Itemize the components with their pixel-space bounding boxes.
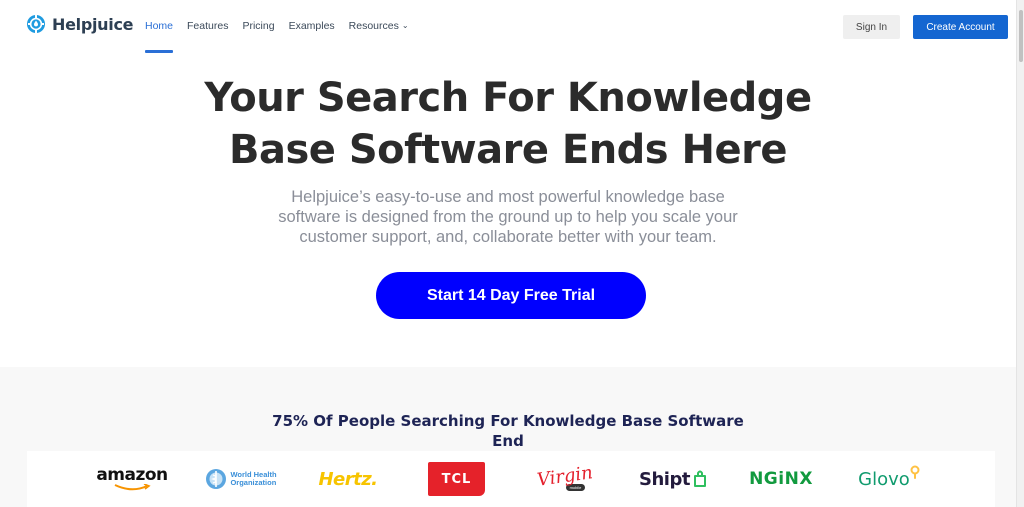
who-line2: Organization — [230, 478, 277, 487]
hero-subtitle: Helpjuice’s easy-to-use and most powerfu… — [278, 188, 738, 246]
tcl-logo: TCL — [428, 451, 485, 507]
start-free-trial-button[interactable]: Start 14 Day Free Trial — [376, 272, 646, 319]
nav-features[interactable]: Features — [187, 20, 228, 32]
virgin-mobile-logo: Virgin mobile — [535, 451, 594, 507]
page-scrollbar[interactable] — [1016, 0, 1024, 507]
who-emblem-icon — [206, 469, 227, 489]
main-nav: Home Features Pricing Examples Resources… — [145, 20, 423, 53]
glovo-logo: Glovo — [853, 451, 925, 507]
nav-examples[interactable]: Examples — [289, 20, 335, 32]
hero-title-line1: Your Search For Knowledge — [204, 75, 812, 121]
nav-pricing[interactable]: Pricing — [242, 20, 274, 32]
nav-resources-label: Resources — [348, 20, 399, 32]
customer-logo-strip: amazon World Health Organization Hertz. … — [27, 451, 995, 507]
glovo-pin-icon — [910, 465, 920, 479]
brand-logo[interactable]: Helpjuice — [26, 14, 133, 34]
glovo-logo-text: Glovo — [858, 468, 910, 490]
sign-in-button[interactable]: Sign In — [843, 15, 900, 39]
shipt-logo: Shipt — [637, 451, 709, 507]
shipt-bag-icon — [693, 470, 706, 487]
brand-name: Helpjuice — [52, 14, 134, 34]
amazon-logo-text: amazon — [96, 464, 168, 485]
nav-home[interactable]: Home — [145, 20, 174, 53]
create-account-button[interactable]: Create Account — [913, 15, 1008, 39]
customers-heading-line1: 75% Of People Searching For Knowledge Ba… — [272, 412, 744, 450]
who-logo: World Health Organization — [205, 451, 277, 507]
hertz-logo: Hertz. — [318, 468, 378, 490]
nav-resources[interactable]: Resources ⌄ — [349, 20, 409, 32]
site-header: Helpjuice Home Features Pricing Examples… — [0, 0, 1016, 54]
scrollbar-thumb[interactable] — [1019, 10, 1023, 62]
who-logo-text: World Health Organization — [230, 471, 276, 487]
helpjuice-logo-icon — [27, 15, 45, 33]
page: Helpjuice Home Features Pricing Examples… — [0, 0, 1016, 507]
customers-section: 75% Of People Searching For Knowledge Ba… — [0, 367, 1016, 507]
shipt-logo-text: Shipt — [639, 468, 690, 490]
tcl-logo-text: TCL — [428, 462, 485, 496]
nginx-logo: NGiNX — [749, 469, 813, 489]
hero-title: Your Search For Knowledge Base Software … — [0, 72, 1016, 176]
chevron-down-icon: ⌄ — [401, 21, 409, 30]
hero-title-line2: Base Software Ends Here — [228, 127, 788, 173]
amazon-smile-icon — [114, 483, 151, 490]
amazon-logo: amazon — [96, 451, 168, 507]
